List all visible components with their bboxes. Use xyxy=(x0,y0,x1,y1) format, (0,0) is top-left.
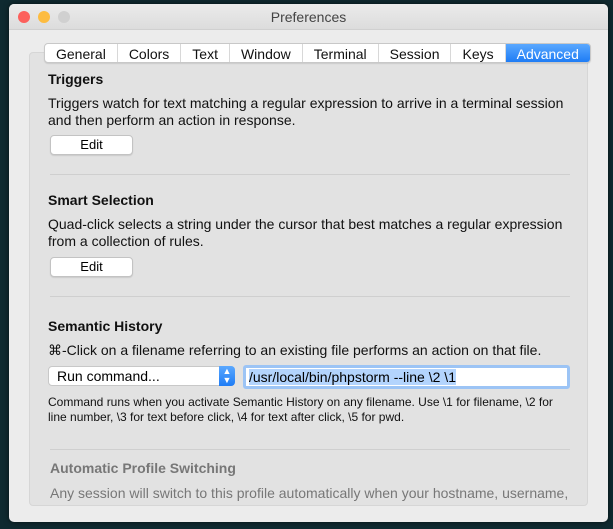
semantic-history-help: Command runs when you activate Semantic … xyxy=(48,395,553,424)
divider xyxy=(50,296,570,297)
preferences-window: Preferences General Colors Text Window T… xyxy=(9,4,608,522)
tab-colors[interactable]: Colors xyxy=(118,44,182,62)
smart-selection-heading: Smart Selection xyxy=(48,192,154,208)
semantic-history-action-select[interactable]: Run command... ▲ ▼ xyxy=(48,366,235,386)
auto-profile-description: Any session will switch to this profile … xyxy=(50,485,569,501)
divider xyxy=(50,449,570,450)
tab-window[interactable]: Window xyxy=(230,44,303,62)
semantic-history-heading: Semantic History xyxy=(48,318,163,334)
smart-selection-edit-button[interactable]: Edit xyxy=(50,257,133,277)
tab-keys[interactable]: Keys xyxy=(451,44,506,62)
tab-session[interactable]: Session xyxy=(379,44,452,62)
command-input[interactable]: /usr/local/bin/phpstorm --line \2 \1 xyxy=(243,365,570,389)
smart-selection-description: Quad-click selects a string under the cu… xyxy=(48,216,563,249)
window-title: Preferences xyxy=(270,9,347,25)
tab-general[interactable]: General xyxy=(45,44,118,62)
tab-text[interactable]: Text xyxy=(181,44,230,62)
tab-bar: General Colors Text Window Terminal Sess… xyxy=(44,43,591,63)
triggers-heading: Triggers xyxy=(48,71,104,87)
command-value: /usr/local/bin/phpstorm --line \2 \1 xyxy=(249,369,456,385)
triggers-description: Triggers watch for text matching a regul… xyxy=(48,95,564,128)
auto-profile-heading: Automatic Profile Switching xyxy=(50,460,236,476)
title-bar[interactable]: Preferences xyxy=(9,4,608,30)
select-value: Run command... xyxy=(57,368,160,384)
triggers-edit-button[interactable]: Edit xyxy=(50,135,133,155)
chevron-updown-icon: ▲ ▼ xyxy=(219,366,235,386)
divider xyxy=(50,174,570,175)
semantic-history-description: ⌘-Click on a filename referring to an ex… xyxy=(48,342,542,358)
tab-advanced[interactable]: Advanced xyxy=(505,44,590,62)
tab-terminal[interactable]: Terminal xyxy=(303,44,379,62)
